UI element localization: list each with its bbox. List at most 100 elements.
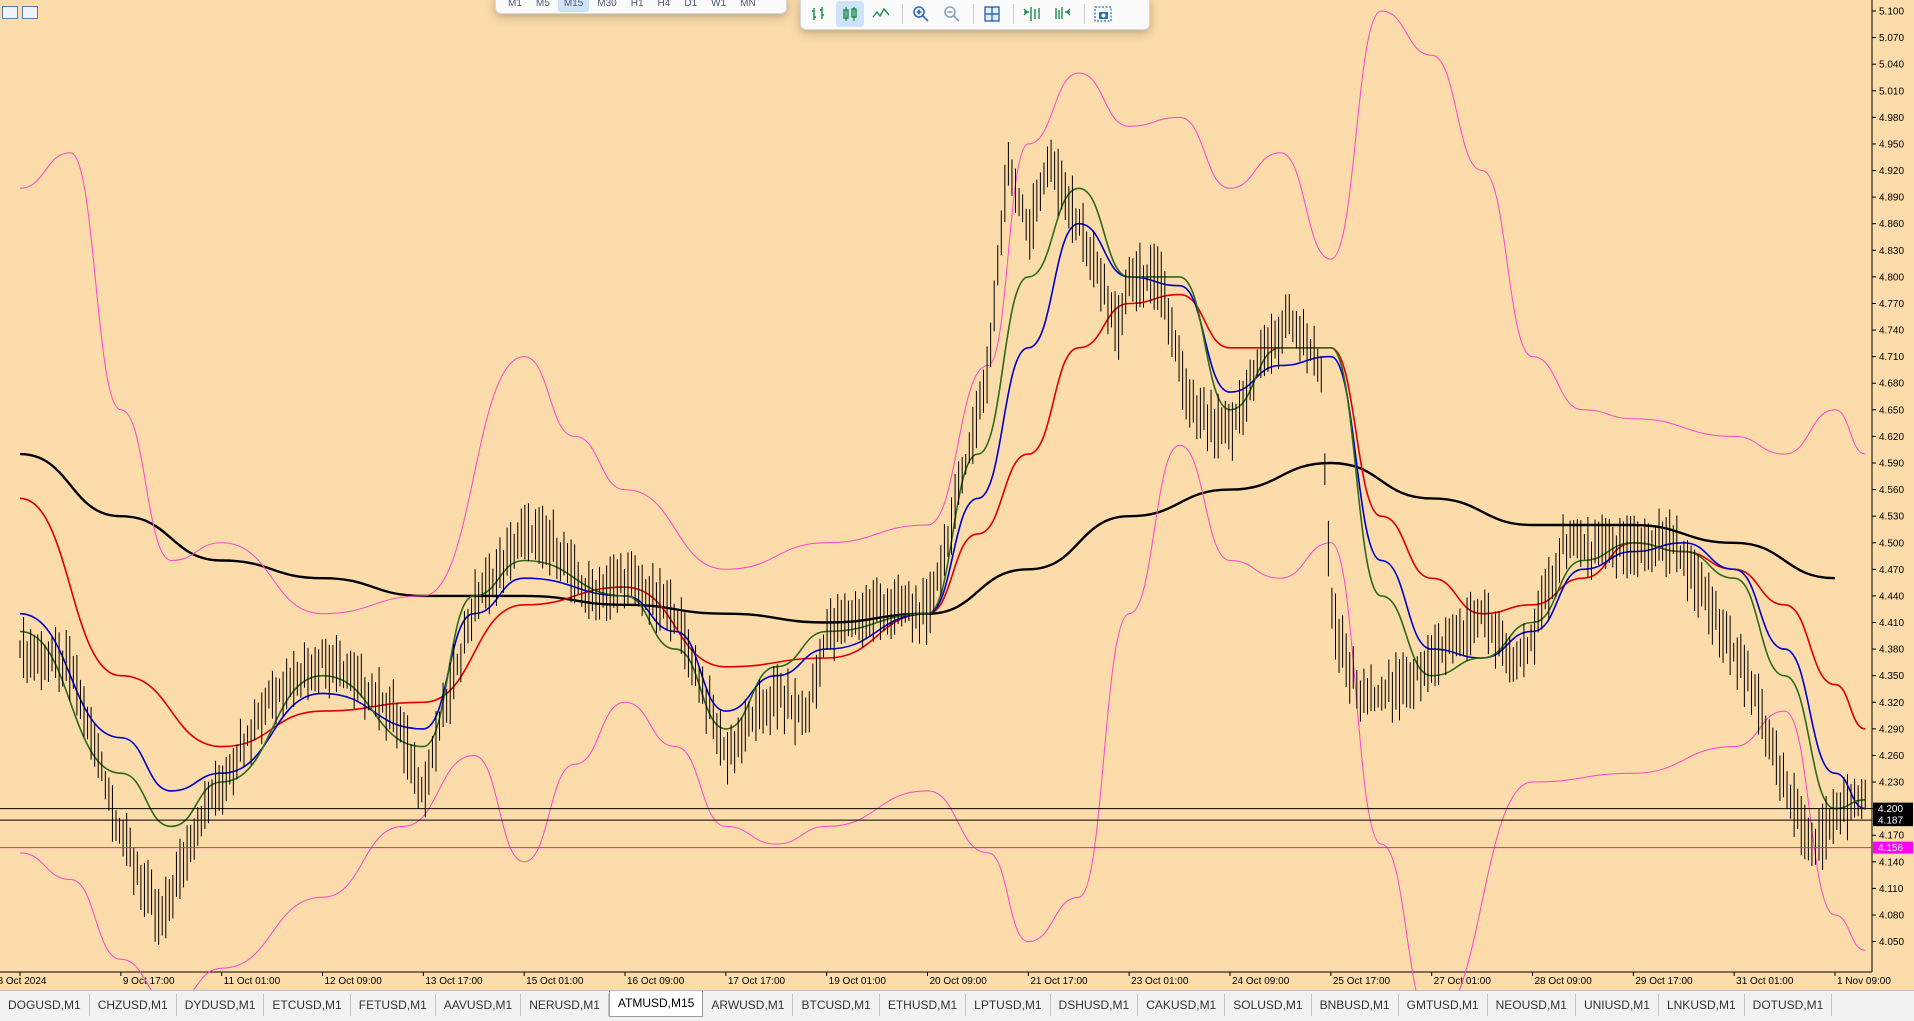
tf-m15-button[interactable]: M15	[557, 0, 590, 12]
symbol-tab[interactable]: BNBUSD,M1	[1312, 994, 1399, 1016]
symbol-tab[interactable]: FETUSD,M1	[351, 994, 436, 1016]
toolbar-separator	[1013, 4, 1014, 24]
indicator-series-line	[19, 10, 1866, 615]
symbol-tab[interactable]: BTCUSD,M1	[793, 994, 880, 1016]
tf-d1-button[interactable]: D1	[678, 0, 703, 12]
current-price-tag-label: 4.187	[1878, 816, 1903, 827]
time-tick-label: 8 Oct 2024	[0, 976, 47, 987]
symbol-tab[interactable]: DOGUSD,M1	[0, 994, 90, 1016]
chart-shift-icon[interactable]	[1049, 1, 1077, 27]
horizontal-levels[interactable]	[0, 808, 1872, 849]
symbol-tab[interactable]: ETCUSD,M1	[264, 994, 351, 1016]
grid-icon[interactable]	[978, 1, 1006, 27]
price-tick-label: 4.530	[1879, 512, 1904, 523]
time-tick-label: 15 Oct 01:00	[526, 976, 584, 987]
screenshot-icon[interactable]	[1089, 1, 1117, 27]
tf-w1-button[interactable]: W1	[705, 0, 732, 12]
price-tick-label: 4.110	[1879, 884, 1904, 895]
toolbar-separator	[973, 4, 974, 24]
symbol-tab[interactable]: DSHUSD,M1	[1051, 994, 1139, 1016]
tf-h4-button[interactable]: H4	[652, 0, 677, 12]
price-tick-label: 4.350	[1879, 671, 1904, 682]
price-tick-label: 4.260	[1879, 751, 1904, 762]
symbol-tab[interactable]: DOTUSD,M1	[1745, 994, 1833, 1016]
price-tick-label: 4.290	[1879, 724, 1904, 735]
indicator-series-line	[19, 444, 1866, 990]
symbol-tab[interactable]: DYDUSD,M1	[177, 994, 265, 1016]
symbol-tab[interactable]: ETHUSD,M1	[880, 994, 967, 1016]
timeframe-toolbar: M1 M5 M15 M30 H1 H4 D1 W1 MN	[495, 0, 787, 14]
time-tick-label: 25 Oct 17:00	[1333, 976, 1391, 987]
price-tick-label: 4.860	[1879, 219, 1904, 230]
price-tick-label: 4.050	[1879, 937, 1904, 948]
zoom-out-icon[interactable]	[938, 1, 966, 27]
price-tick-label: 4.320	[1879, 698, 1904, 709]
line-chart-icon[interactable]	[867, 1, 895, 27]
symbol-tab[interactable]: ARWUSD,M1	[703, 994, 794, 1016]
chart-tools-toolbar	[800, 0, 1150, 30]
tf-mn-button[interactable]: MN	[734, 0, 762, 12]
price-tick-label: 5.100	[1879, 7, 1904, 18]
symbol-tab[interactable]: NERUSD,M1	[521, 994, 609, 1016]
price-tick-label: 4.410	[1879, 618, 1904, 629]
indicator-lines	[19, 10, 1866, 990]
time-tick-label: 12 Oct 09:00	[325, 976, 383, 987]
price-tick-label: 4.770	[1879, 299, 1904, 310]
symbol-tab[interactable]: SOLUSD,M1	[1225, 994, 1312, 1016]
time-tick-label: 28 Oct 09:00	[1535, 976, 1593, 987]
zoom-in-icon[interactable]	[907, 1, 935, 27]
symbol-tab[interactable]: GMTUSD,M1	[1399, 994, 1488, 1016]
price-tick-label: 4.980	[1879, 113, 1904, 124]
symbol-tab[interactable]: ATMUSD,M15	[608, 991, 704, 1017]
time-tick-label: 16 Oct 09:00	[627, 976, 685, 987]
chart-window-icon[interactable]	[2, 6, 18, 19]
price-tick-label: 4.650	[1879, 405, 1904, 416]
indicator-series-line	[19, 222, 1866, 810]
time-tick-label: 11 Oct 01:00	[224, 976, 281, 987]
bar-chart-icon[interactable]	[805, 1, 833, 27]
time-axis[interactable]: 8 Oct 2024 9 Oct 17:00 11 Oct 01:00 12 Oct …	[0, 971, 1891, 987]
candlestick-chart-icon[interactable]	[836, 1, 864, 27]
price-tick-label: 4.890	[1879, 193, 1904, 204]
symbol-tab[interactable]: CAKUSD,M1	[1138, 994, 1226, 1016]
price-tick-label: 4.950	[1879, 139, 1904, 150]
time-tick-label: 17 Oct 17:00	[728, 976, 786, 987]
price-tick-label: 4.710	[1879, 352, 1904, 363]
price-tick-label: 4.830	[1879, 246, 1904, 257]
symbol-tab[interactable]: CHZUSD,M1	[90, 994, 177, 1016]
price-tick-label: 4.470	[1879, 565, 1904, 576]
chart-area[interactable]: 5.100 5.070 5.040 5.010 4.980 4.950 4.920 4.890…	[0, 0, 1914, 1020]
price-tags: 4.2004.187 4.156	[1873, 802, 1913, 854]
symbol-tab[interactable]: LNKUSD,M1	[1659, 994, 1745, 1016]
price-tick-label: 4.740	[1879, 326, 1904, 337]
price-tick-label: 4.800	[1879, 272, 1904, 283]
price-tick-label: 4.680	[1879, 379, 1904, 390]
symbol-tab[interactable]: LPTUSD,M1	[966, 994, 1051, 1016]
tile-window-icon[interactable]	[22, 6, 38, 19]
price-tick-label: 4.440	[1879, 591, 1904, 602]
tf-m1-button[interactable]: M1	[502, 0, 528, 12]
toolbar-separator	[902, 4, 903, 24]
current-price-tag-label: 4.200	[1878, 804, 1903, 815]
price-candles	[19, 139, 1866, 946]
tf-m5-button[interactable]: M5	[530, 0, 556, 12]
price-tick-label: 4.920	[1879, 166, 1904, 177]
price-tick-label: 5.010	[1879, 86, 1904, 97]
alert-price-tag-label: 4.156	[1878, 843, 1903, 854]
time-tick-label: 21 Oct 17:00	[1030, 976, 1088, 987]
toolbar-separator	[1084, 4, 1085, 24]
time-tick-label: 31 Oct 01:00	[1736, 976, 1794, 987]
symbol-tab[interactable]: NEOUSD,M1	[1488, 994, 1576, 1016]
tf-m30-button[interactable]: M30	[591, 0, 622, 12]
symbol-tab[interactable]: UNIUSD,M1	[1576, 994, 1659, 1016]
price-tick-label: 4.560	[1879, 485, 1904, 496]
symbol-tabs-bar: DOGUSD,M1 CHZUSD,M1 DYDUSD,M1 ETCUSD,M1 FETU…	[0, 990, 1914, 1021]
price-tick-label: 4.380	[1879, 645, 1904, 656]
price-tick-label: 5.040	[1879, 60, 1904, 71]
price-tick-label: 4.140	[1879, 857, 1904, 868]
tf-h1-button[interactable]: H1	[625, 0, 650, 12]
price-chart[interactable]: 5.100 5.070 5.040 5.010 4.980 4.950 4.920 4.890…	[0, 0, 1914, 990]
auto-scroll-icon[interactable]	[1018, 1, 1046, 27]
symbol-tab[interactable]: AAVUSD,M1	[436, 994, 522, 1016]
price-tick-label: 4.500	[1879, 538, 1904, 549]
